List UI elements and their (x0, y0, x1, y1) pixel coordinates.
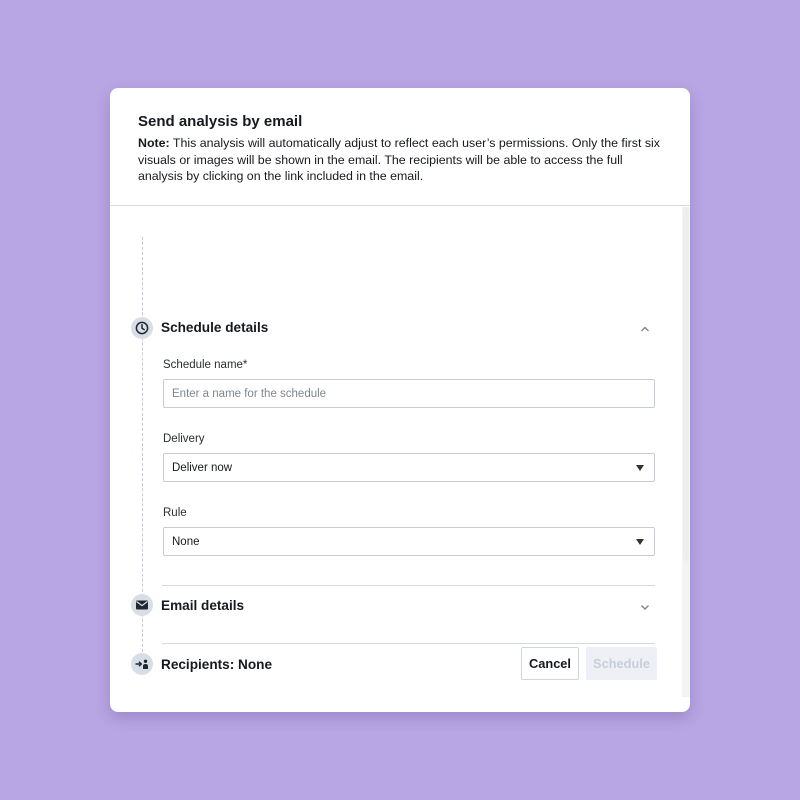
dialog-note: Note: This analysis will automatically a… (138, 135, 668, 185)
delivery-select-value: Deliver now (172, 462, 233, 474)
dialog-title: Send analysis by email (138, 113, 303, 130)
schedule-details-header[interactable]: Schedule details (161, 320, 268, 335)
schedule-button[interactable]: Schedule (586, 647, 657, 680)
note-text: This analysis will automatically adjust … (138, 136, 660, 184)
section-divider (162, 585, 655, 586)
delivery-label: Delivery (163, 433, 205, 445)
delivery-select[interactable]: Deliver now (163, 453, 655, 482)
chevron-down-icon[interactable] (639, 600, 651, 612)
caret-down-icon (636, 539, 644, 545)
email-details-header[interactable]: Email details (161, 598, 244, 613)
section-divider (162, 643, 655, 644)
envelope-icon (131, 594, 153, 616)
note-label: Note: (138, 136, 170, 150)
rule-label: Rule (163, 507, 187, 519)
rule-select[interactable]: None (163, 527, 655, 556)
chevron-up-icon[interactable] (639, 322, 651, 334)
dialog-body: Schedule details Schedule name* Delivery… (110, 207, 690, 697)
recipients-header[interactable]: Recipients: None (161, 657, 272, 672)
rule-select-value: None (172, 536, 200, 548)
send-email-dialog: Send analysis by email Note: This analys… (110, 88, 690, 712)
cancel-button[interactable]: Cancel (521, 647, 579, 680)
dialog-header: Send analysis by email Note: This analys… (110, 88, 690, 206)
scrollbar-thumb[interactable] (683, 207, 689, 561)
scrollbar[interactable] (682, 207, 690, 697)
caret-down-icon (636, 465, 644, 471)
schedule-name-input[interactable] (163, 379, 655, 408)
recipients-icon (131, 653, 153, 675)
schedule-name-label: Schedule name* (163, 359, 248, 371)
